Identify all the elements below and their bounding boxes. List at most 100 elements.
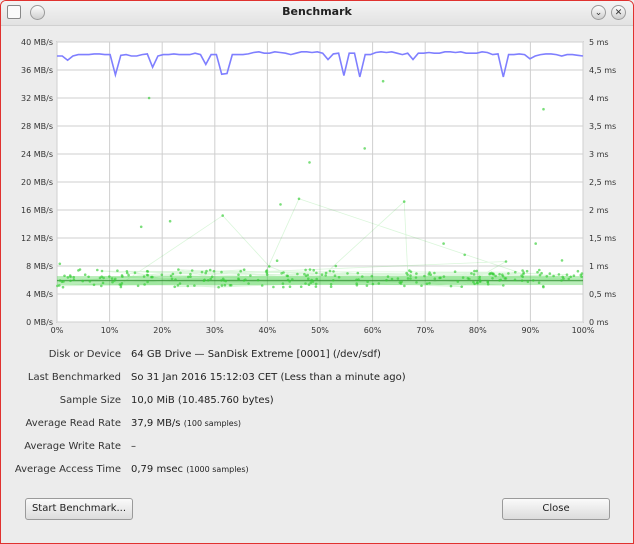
access-time-point [120,274,124,277]
access-time-point [110,277,114,280]
disk-value: 64 GB Drive — SanDisk Extreme [0001] (/d… [131,349,381,360]
access-time-point [190,269,194,272]
close-button[interactable]: Close [502,498,610,520]
access-time-point [423,274,426,278]
x-tick-label: 60% [364,326,382,335]
access-time-point [334,264,338,268]
access-time-point [463,253,467,257]
y-left-tick-label: 32 MB/s [21,94,53,103]
access-time-point [256,278,260,282]
access-time-point [476,281,479,285]
access-time-point [58,262,62,266]
access-time-point [143,283,146,286]
access-time-point [525,269,529,273]
access-time-point [189,275,192,278]
access-time-point [87,275,90,279]
title-bar[interactable]: Benchmark ⌄ ✕ [1,1,633,26]
y-right-tick-label: 1 ms [589,262,609,271]
access-time-point [315,271,318,275]
y-left-tick-label: 28 MB/s [21,122,53,131]
access-time-point [537,281,541,285]
access-time-value: 0,79 msec [131,464,184,475]
access-time-point [171,272,175,276]
y-left-tick-label: 16 MB/s [21,206,53,215]
benchmark-window: Benchmark ⌄ ✕ 0 MB/s 4 MB/s 8 MB/s 12 MB/s 1… [0,0,634,544]
access-time-point [119,285,123,289]
access-time-point [363,147,367,150]
y-left-tick-label: 8 MB/s [26,262,53,271]
access-time-point [96,268,99,272]
access-time-point [169,274,173,278]
access-time-point [456,280,460,283]
access-time-point [281,282,285,285]
write-rate-value: – [131,441,136,452]
access-time-point [453,270,457,273]
access-time-point [427,273,431,276]
access-time-point [385,278,388,282]
minimize-icon[interactable]: ⌄ [591,5,606,20]
access-time-point [72,278,76,282]
close-icon[interactable]: ✕ [611,5,626,20]
access-time-samples: (1000 samples) [186,465,249,474]
access-time-point [472,280,475,284]
last-benchmarked-row: Last Benchmarked So 31 Jan 2016 15:12:03… [1,372,633,390]
access-time-point [307,277,310,280]
access-time-point [542,285,545,288]
access-time-point [498,272,501,276]
access-time-point [92,283,96,287]
access-time-point [260,284,264,287]
x-tick-label: 30% [206,326,224,335]
access-time-point [536,270,539,274]
access-time-point [126,271,129,275]
access-time-point [311,280,315,283]
access-time-point [406,277,410,280]
start-benchmark-button[interactable]: Start Benchmark... [25,498,133,520]
access-time-point [88,280,92,283]
access-time-point [118,283,122,286]
x-tick-label: 50% [311,326,329,335]
last-benchmarked-label: Last Benchmarked [27,372,121,383]
access-time-point [576,269,580,273]
access-time-point [174,278,177,281]
access-time-point [521,269,524,272]
access-time-point [81,279,84,283]
access-time-point [534,242,537,245]
access-time-point [173,285,176,289]
access-time-point [314,282,318,286]
access-time-point [203,278,206,282]
access-time-point [223,283,227,287]
access-time-point [498,279,501,282]
access-time-point [237,277,240,280]
access-time-point [212,269,216,273]
access-time-point [205,269,208,273]
access-time-point [357,278,360,281]
access-time-point [433,277,437,280]
access-time-point [145,273,149,277]
access-time-point [282,285,285,289]
access-time-point [409,277,412,280]
access-time-point [569,275,572,279]
disk-row: Disk or Device 64 GB Drive — SanDisk Ext… [1,349,633,367]
access-time-point [304,274,308,277]
y-right-tick-label: 4 ms [589,94,609,103]
access-time-row: Average Access Time 0,79 msec (1000 samp… [1,464,633,482]
access-time-point [381,79,385,83]
access-time-point [101,281,105,285]
y-right-tick-label: 5 ms [589,38,609,47]
access-time-point [72,275,75,279]
access-time-point [475,269,479,273]
access-time-point [399,282,403,285]
access-time-point [545,275,549,278]
access-time-point [308,161,311,164]
access-time-point [390,277,394,281]
access-time-point [186,284,190,288]
x-tick-label: 70% [416,326,434,335]
access-time-point [170,277,174,281]
access-time-point [479,279,482,282]
access-time-point [346,272,349,275]
access-time-point [224,279,228,283]
access-time-point [514,270,517,274]
access-time-point [542,107,545,111]
access-time-point [217,285,220,289]
access-time-point [304,282,307,285]
